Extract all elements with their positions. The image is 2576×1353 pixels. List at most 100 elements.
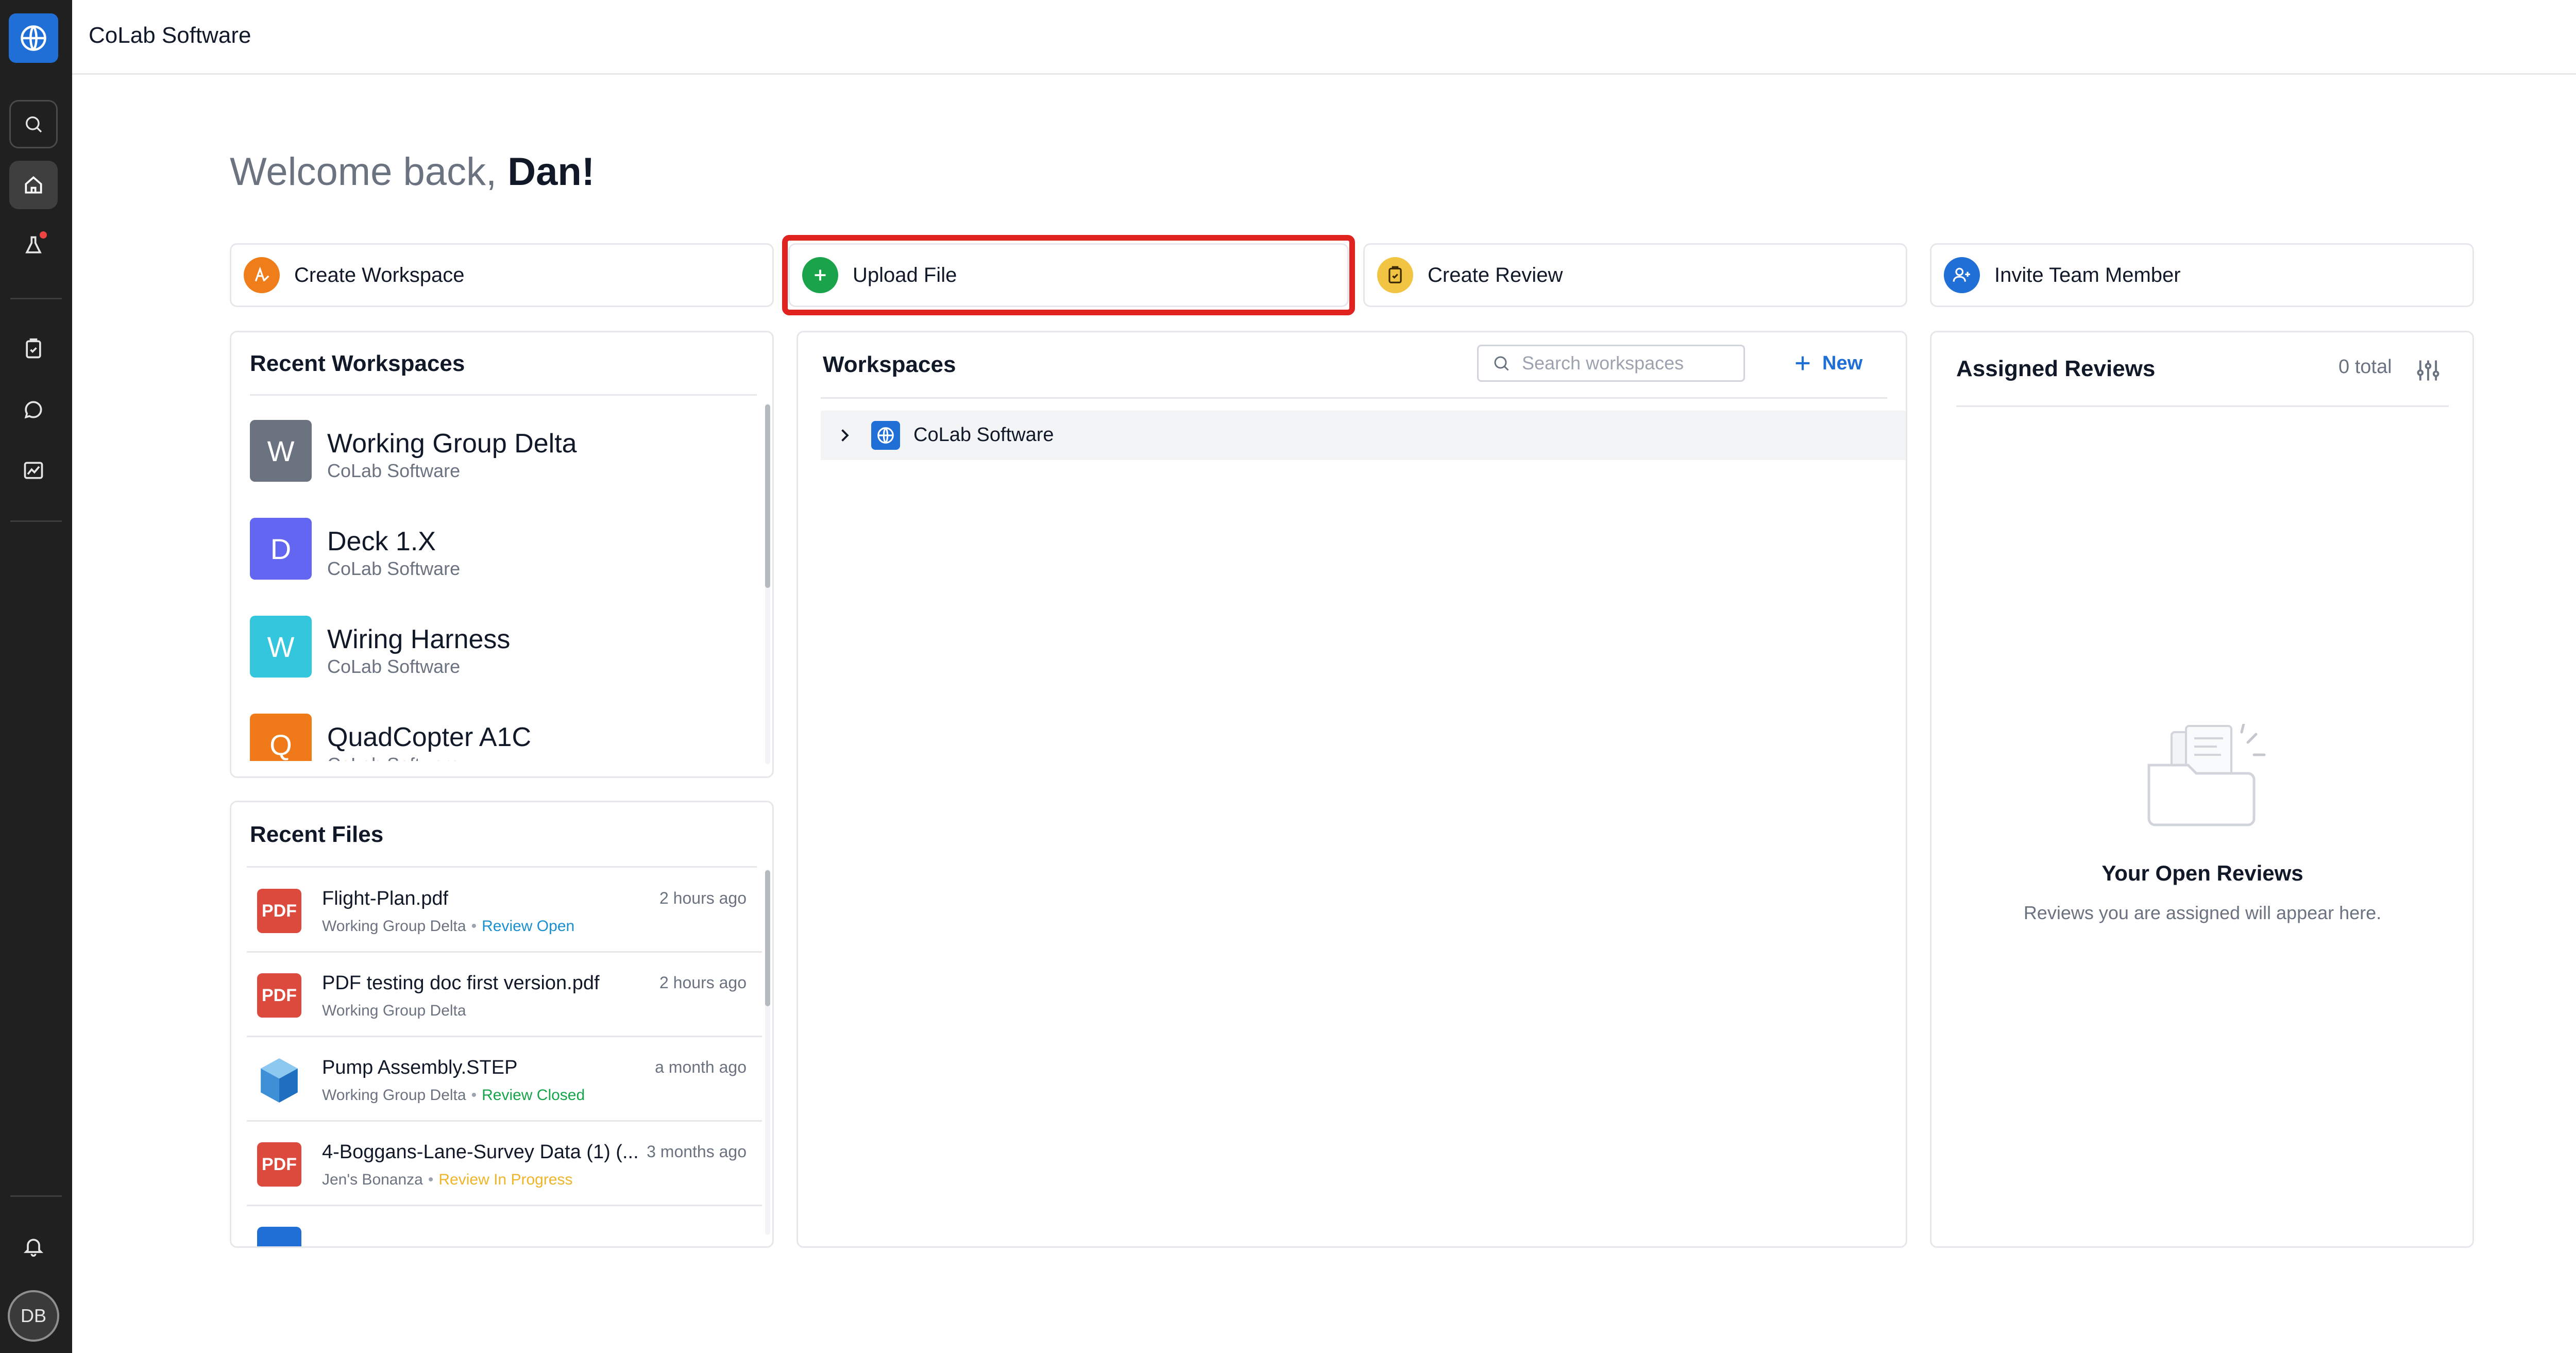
assigned-reviews-panel: Assigned Reviews 0 total Your Open Revie… [1930,331,2474,1248]
globe-icon [871,421,900,450]
workspace-org: CoLab Software [327,656,461,677]
recent-files-title: Recent Files [250,822,384,847]
file-row[interactable]: PDF Flight-Plan.pdf Working Group Delta •… [247,868,762,953]
action-label: Invite Team Member [1994,263,2181,286]
empty-state-subtitle: Reviews you are assigned will appear her… [2023,902,2382,923]
filter-sliders-icon[interactable] [2415,357,2442,384]
upload-file-button[interactable]: Upload File [788,243,1349,307]
chat-bubble-icon [24,401,42,419]
user-avatar[interactable]: DB [8,1290,59,1342]
colab-logo[interactable] [9,13,58,63]
file-name: PDF testing doc first version.pdf [322,972,600,994]
action-label: Create Review [1428,263,1563,286]
file-meta: Working Group Delta • Review Open [322,918,575,935]
pdf-file-icon: PDF [257,889,301,933]
workspace-org: CoLab Software [327,558,461,579]
file-workspace: Jen's Bonanza [322,1171,423,1188]
workspace-item[interactable]: W Wiring Harness CoLab Software [250,616,734,678]
file-row[interactable]: PDF 4-Boggans-Lane-Survey Data (1) (... … [247,1122,762,1206]
reviews-nav-button[interactable] [9,325,58,373]
workspace-org: CoLab Software [327,754,460,761]
left-nav-rail: DB [0,0,72,1353]
file-row[interactable]: Pump Assembly.STEP Working Group Delta • R… [247,1037,762,1122]
comments-nav-button[interactable] [9,385,58,434]
file-name: Flight-Plan.pdf [322,888,449,909]
file-meta: Jen's Bonanza • Review In Progress [322,1171,573,1188]
bell-icon [23,1239,44,1257]
file-time: 2 hours ago [659,889,747,907]
review-status: Review Open [482,918,575,935]
create-workspace-button[interactable]: Create Workspace [230,243,774,307]
action-label: Create Workspace [294,263,465,286]
new-workspace-button[interactable]: New [1792,347,1862,380]
home-nav-button[interactable] [9,161,58,209]
review-status: Review Closed [482,1087,585,1104]
workspaces-title: Workspaces [823,352,956,377]
file-workspace: Working Group Delta [322,918,466,935]
workspace-pen-icon [244,257,280,293]
new-label: New [1822,352,1863,374]
globe-icon [21,25,46,51]
empty-folder-icon [2147,724,2266,826]
workspace-item[interactable]: W Working Group Delta CoLab Software [250,420,734,482]
assigned-reviews-title: Assigned Reviews [1956,356,2156,381]
divider [821,397,1887,399]
workspace-name: Wiring Harness [327,624,511,654]
app-title: CoLab Software [89,23,251,48]
add-user-icon [1944,257,1980,293]
workspace-tree-row[interactable]: CoLab Software [821,411,1906,460]
file-time: a month ago [655,1058,747,1076]
search-workspaces-input[interactable]: Search workspaces [1477,345,1745,382]
clipboard-check-icon [26,338,41,359]
workspace-tree-label: CoLab Software [913,424,1054,446]
recent-workspaces-panel: Recent Workspaces W Working Group Delta … [230,331,774,778]
search-icon [1494,356,1509,371]
divider [250,394,757,396]
file-time: 3 months ago [647,1142,747,1161]
file-workspace: Working Group Delta [322,1087,466,1104]
rail-divider [10,1195,62,1197]
create-review-button[interactable]: Create Review [1363,243,1907,307]
pdf-file-icon: PDF [257,973,301,1018]
recent-workspaces-title: Recent Workspaces [250,351,465,376]
chevron-right-icon[interactable] [835,426,854,445]
review-clipboard-icon [1377,257,1413,293]
notification-dot [38,230,48,240]
workspaces-panel: Workspaces Search workspaces New CoLab S… [796,331,1907,1248]
workspace-item[interactable]: D Deck 1.X CoLab Software [250,518,734,580]
divider [247,866,757,868]
recent-files-panel: Recent Files PDF Flight-Plan.pdf Working… [230,801,774,1248]
welcome-greeting: Welcome back, [230,150,497,194]
chart-image-icon [24,462,43,479]
file-meta: Working Group Delta [322,1002,466,1020]
partial-file-icon [257,1227,301,1246]
notifications-button[interactable] [9,1222,58,1271]
plus-icon [1795,356,1810,370]
insights-nav-button[interactable] [9,446,58,495]
empty-state-title: Your Open Reviews [2102,861,2303,885]
workspace-org: CoLab Software [327,460,461,481]
rail-divider [10,520,62,522]
action-label: Upload File [853,263,957,286]
file-name: 4-Boggans-Lane-Survey Data (1) (... [322,1141,639,1163]
scrollbar-thumb[interactable] [765,870,770,1006]
workspace-item[interactable]: Q QuadCopter A1C CoLab Software [250,714,734,761]
pdf-file-icon: PDF [257,1142,301,1187]
file-row[interactable]: PDF PDF testing doc first version.pdf Wo… [247,953,762,1037]
search-placeholder: Search workspaces [1522,352,1684,374]
top-bar: CoLab Software [72,0,2576,75]
file-meta: Working Group Delta • Review Closed [322,1087,585,1104]
3d-cube-icon [261,1058,298,1103]
workspace-avatar: D [250,518,312,580]
lab-nav-button[interactable] [9,222,58,270]
scrollbar-thumb[interactable] [765,404,770,588]
file-name: Pump Assembly.STEP [322,1057,518,1078]
welcome-name: Dan! [507,150,595,194]
workspace-avatar: W [250,420,312,482]
invite-team-member-button[interactable]: Invite Team Member [1930,243,2474,307]
workspace-list-clip: Q QuadCopter A1C CoLab Software [231,714,747,761]
home-icon [25,176,42,194]
search-nav-button[interactable] [9,100,58,148]
workspace-avatar: Q [250,714,312,761]
workspace-avatar: W [250,616,312,678]
